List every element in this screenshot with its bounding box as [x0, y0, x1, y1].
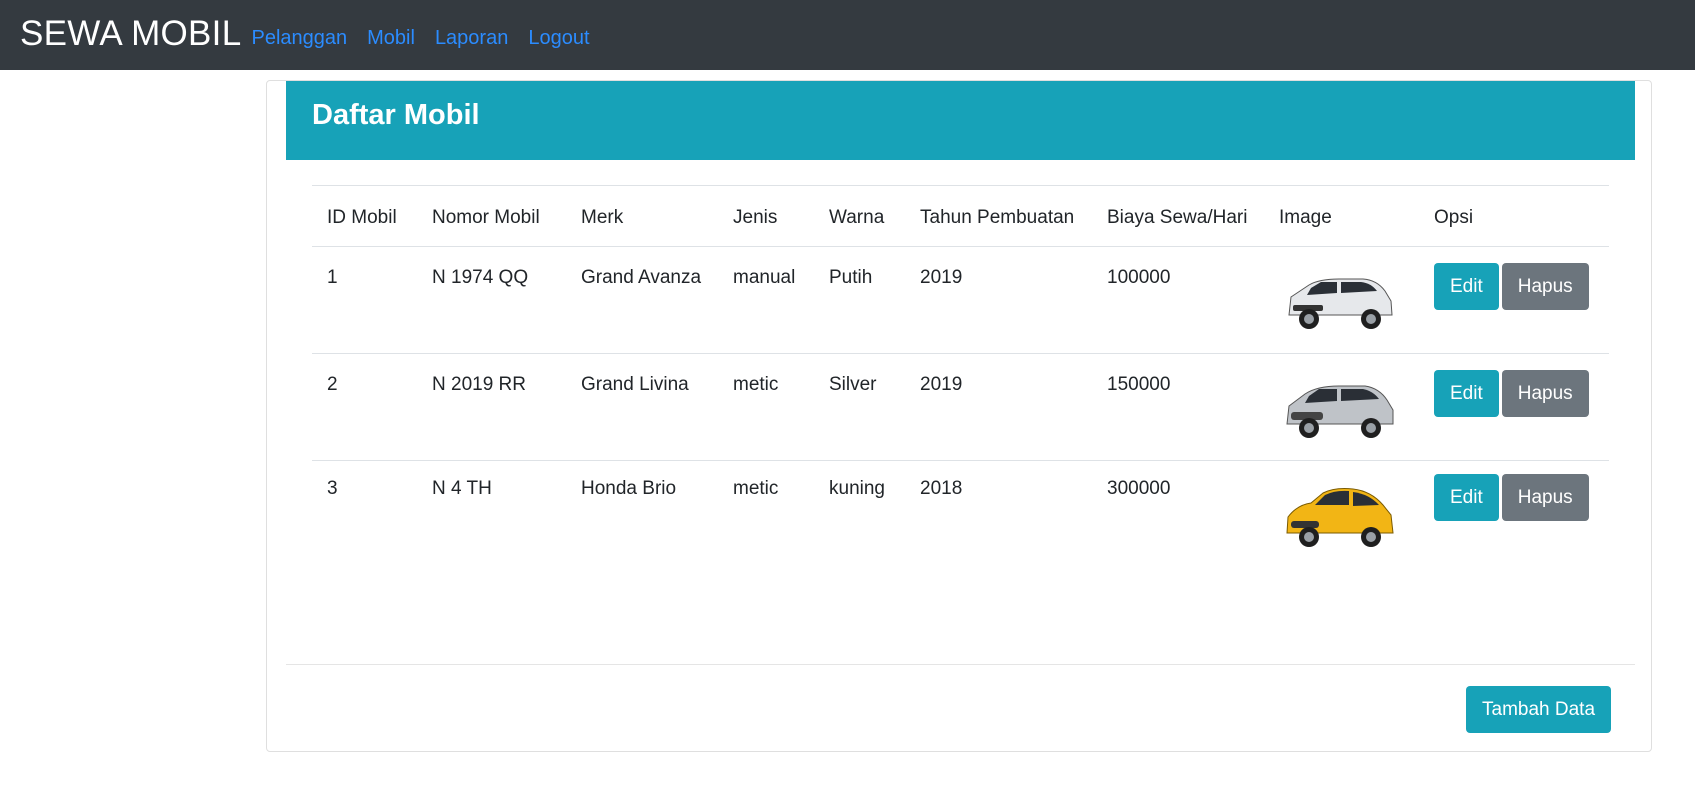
cell-biaya: 150000 [1092, 353, 1264, 461]
car-image [1286, 488, 1394, 547]
page-title: Daftar Mobil [312, 99, 480, 131]
cell-id: 1 [312, 246, 417, 354]
cell-image [1264, 246, 1419, 354]
column-header-id: ID Mobil [312, 185, 417, 247]
cell-actions: Edit Hapus [1419, 353, 1609, 461]
column-header-opsi: Opsi [1419, 185, 1609, 247]
column-header-tahun: Tahun Pembuatan [905, 185, 1092, 247]
cell-jenis: manual [718, 246, 814, 354]
cell-jenis: metic [718, 460, 814, 567]
cell-warna: Putih [814, 246, 905, 354]
cell-merk: Grand Avanza [566, 246, 718, 354]
cell-jenis: metic [718, 353, 814, 461]
cell-warna: kuning [814, 460, 905, 567]
navbar: SEWA MOBIL Pelanggan Mobil Laporan Logou… [0, 0, 1695, 70]
cell-tahun: 2019 [905, 246, 1092, 354]
table-row: 3 N 4 TH Honda Brio metic kuning 2018 30… [312, 460, 1609, 567]
column-header-image: Image [1264, 185, 1419, 247]
column-header-warna: Warna [814, 185, 905, 247]
cell-actions: Edit Hapus [1419, 460, 1609, 567]
column-header-jenis: Jenis [718, 185, 814, 247]
edit-button[interactable]: Edit [1434, 370, 1499, 417]
cell-id: 3 [312, 460, 417, 567]
card-header: Daftar Mobil [286, 81, 1635, 160]
delete-button[interactable]: Hapus [1501, 474, 1589, 521]
nav-link-mobil[interactable]: Mobil [367, 27, 415, 50]
edit-button[interactable]: Edit [1434, 263, 1499, 310]
car-image [1286, 385, 1394, 438]
cell-nomor: N 2019 RR [417, 353, 566, 461]
cell-image [1264, 353, 1419, 461]
nav-links: Pelanggan Mobil Laporan Logout [251, 27, 609, 50]
cell-image [1264, 460, 1419, 567]
brand-title[interactable]: SEWA MOBIL [20, 16, 241, 51]
cell-id: 2 [312, 353, 417, 461]
car-list-card: Daftar Mobil ID Mobil Nomor Mobil Merk J… [266, 80, 1652, 752]
cell-nomor: N 4 TH [417, 460, 566, 567]
nav-link-pelanggan[interactable]: Pelanggan [251, 27, 347, 50]
car-table: ID Mobil Nomor Mobil Merk Jenis Warna Ta… [312, 185, 1609, 567]
cell-actions: Edit Hapus [1419, 246, 1609, 354]
car-image [1288, 278, 1393, 329]
column-header-biaya: Biaya Sewa/Hari [1092, 185, 1264, 247]
delete-button[interactable]: Hapus [1501, 370, 1589, 417]
cell-biaya: 100000 [1092, 246, 1264, 354]
nav-link-laporan[interactable]: Laporan [435, 27, 508, 50]
cell-merk: Honda Brio [566, 460, 718, 567]
table-row: 1 N 1974 QQ Grand Avanza manual Putih 20… [312, 246, 1609, 354]
card-footer-divider [286, 664, 1635, 665]
column-header-merk: Merk [566, 185, 718, 247]
add-data-button[interactable]: Tambah Data [1466, 686, 1612, 733]
table-header-row: ID Mobil Nomor Mobil Merk Jenis Warna Ta… [312, 185, 1609, 247]
cell-biaya: 300000 [1092, 460, 1264, 567]
cell-nomor: N 1974 QQ [417, 246, 566, 354]
table-row: 2 N 2019 RR Grand Livina metic Silver 20… [312, 353, 1609, 461]
cell-tahun: 2019 [905, 353, 1092, 461]
edit-button[interactable]: Edit [1434, 474, 1499, 521]
column-header-nomor: Nomor Mobil [417, 185, 566, 247]
cell-merk: Grand Livina [566, 353, 718, 461]
delete-button[interactable]: Hapus [1501, 263, 1589, 310]
cell-tahun: 2018 [905, 460, 1092, 567]
cell-warna: Silver [814, 353, 905, 461]
nav-link-logout[interactable]: Logout [528, 27, 589, 50]
